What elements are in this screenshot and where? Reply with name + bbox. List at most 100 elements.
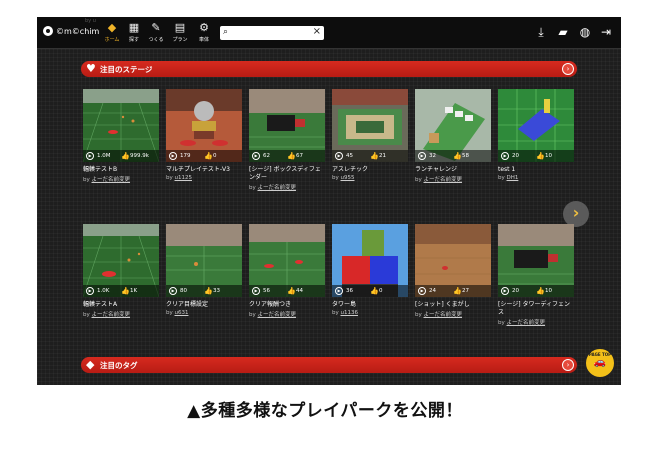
- author-link[interactable]: よーだ名前変更: [92, 177, 131, 183]
- author-link[interactable]: DH1: [507, 175, 519, 181]
- like-count: 67: [296, 153, 303, 159]
- download-icon[interactable]: ⤓: [534, 25, 548, 39]
- search-box[interactable]: ⌕ ×: [220, 26, 324, 40]
- play-icon: ▶: [169, 287, 177, 295]
- stage-card[interactable]: ▶ 20 👍 10 test 1 by DH1: [498, 89, 574, 181]
- stage-author: by よーだ名前変更: [249, 183, 325, 191]
- nav-vehicle-button[interactable]: ⚙ 車体: [193, 21, 215, 47]
- by-label: by: [498, 175, 505, 181]
- play-icon: ▶: [252, 287, 260, 295]
- author-link[interactable]: u1125: [175, 175, 192, 181]
- play-count: 32: [429, 153, 436, 159]
- by-label: by: [332, 310, 339, 316]
- chevron-right-icon[interactable]: ›: [562, 63, 574, 75]
- stage-card[interactable]: ▶ 1.0K 👍 1K 輻輳テストA by よーだ名前変更: [83, 224, 159, 318]
- stage-name[interactable]: クリア報酬つき: [249, 301, 325, 309]
- play-count: 179: [180, 153, 191, 159]
- app-logo[interactable]: ©m©chim: [43, 26, 99, 36]
- like-count: 10: [545, 288, 552, 294]
- stage-stats: ▶ 20 👍 10: [498, 150, 574, 162]
- stage-name[interactable]: test 1: [498, 166, 574, 174]
- thumbs-up-icon: 👍: [370, 152, 379, 160]
- stage-name[interactable]: タワー島: [332, 301, 408, 309]
- stage-author: by よーだ名前変更: [83, 175, 159, 183]
- stage-card[interactable]: ▶ 56 👍 44 クリア報酬つき by よーだ名前変更: [249, 224, 325, 318]
- wrench-icon: ✎: [151, 21, 161, 34]
- stage-thumbnail[interactable]: ▶ 24 👍 27: [415, 224, 491, 297]
- stage-stats: ▶ 24 👍 27: [415, 285, 491, 297]
- author-link[interactable]: よーだ名前変更: [92, 312, 131, 318]
- by-label: by: [498, 320, 505, 326]
- thumbs-up-icon: 👍: [453, 287, 462, 295]
- stage-name[interactable]: 輻輳テストB: [83, 166, 159, 174]
- stage-thumbnail[interactable]: ▶ 32 👍 58: [415, 89, 491, 162]
- section-title: 注目のタグ: [100, 361, 138, 370]
- stage-thumbnail[interactable]: ▶ 20 👍 10: [498, 89, 574, 162]
- card-icon[interactable]: ▰: [556, 25, 570, 39]
- stage-thumbnail[interactable]: ▶ 179 👍 0: [166, 89, 242, 162]
- search-input[interactable]: [234, 27, 304, 39]
- nav-explore-button[interactable]: ▦ 探す: [123, 21, 145, 47]
- by-label: by: [249, 312, 256, 318]
- stage-card[interactable]: ▶ 179 👍 0 マルチプレイテスト-V3 by u1125: [166, 89, 242, 181]
- stage-card[interactable]: ▶ 80 👍 33 クリア目標設定 by u631: [166, 224, 242, 316]
- stage-stats: ▶ 1.0K 👍 1K: [83, 285, 159, 297]
- car-gear-icon: ⚙: [199, 21, 209, 34]
- nav-plan-button[interactable]: ▤ プラン: [169, 21, 191, 47]
- stage-thumbnail[interactable]: ▶ 56 👍 44: [249, 224, 325, 297]
- faded-text: by u: [85, 18, 96, 24]
- caption: ▲多種多様なプレイパークを公開！: [187, 401, 463, 421]
- stage-name[interactable]: [シージ] タワーディフェンス: [498, 301, 574, 317]
- stage-author: by よーだ名前変更: [83, 310, 159, 318]
- stage-thumbnail[interactable]: ▶ 45 👍 21: [332, 89, 408, 162]
- play-count: 80: [180, 288, 187, 294]
- play-icon: ▶: [501, 152, 509, 160]
- play-icon: ▶: [335, 152, 343, 160]
- stage-name[interactable]: アスレチック: [332, 166, 408, 174]
- stage-author: by よーだ名前変更: [249, 310, 325, 318]
- like-count: 21: [379, 153, 386, 159]
- globe-icon[interactable]: ◍: [578, 25, 592, 39]
- author-link[interactable]: よーだ名前変更: [258, 312, 297, 318]
- author-link[interactable]: よーだ名前変更: [507, 320, 546, 326]
- stage-name[interactable]: ランチャレンジ: [415, 166, 491, 174]
- stage-thumbnail[interactable]: ▶ 80 👍 33: [166, 224, 242, 297]
- nav-create-button[interactable]: ✎ つくる: [145, 21, 167, 47]
- stage-stats: ▶ 179 👍 0: [166, 150, 242, 162]
- stage-stats: ▶ 56 👍 44: [249, 285, 325, 297]
- stage-thumbnail[interactable]: ▶ 62 👍 67: [249, 89, 325, 162]
- chevron-right-icon[interactable]: ›: [562, 359, 574, 371]
- stage-thumbnail[interactable]: ▶ 36 👍 0: [332, 224, 408, 297]
- stage-thumbnail[interactable]: ▶ 20 👍 10: [498, 224, 574, 297]
- like-count: 27: [462, 288, 469, 294]
- stage-name[interactable]: [シージ] ボックスディフェンダー: [249, 166, 325, 182]
- logout-icon[interactable]: ⇥: [599, 25, 613, 39]
- stage-card[interactable]: ▶ 20 👍 10 [シージ] タワーディフェンス by よーだ名前変更: [498, 224, 574, 326]
- section-title: 注目のステージ: [100, 65, 153, 74]
- stage-card[interactable]: ▶ 62 👍 67 [シージ] ボックスディフェンダー by よーだ名前変更: [249, 89, 325, 191]
- stage-name[interactable]: [ショット] くまがし: [415, 301, 491, 309]
- nav-home-button[interactable]: ◆ ホーム: [101, 21, 123, 47]
- author-link[interactable]: よーだ名前変更: [424, 177, 463, 183]
- stage-name[interactable]: 輻輳テストA: [83, 301, 159, 309]
- heart-icon: ♥: [86, 62, 96, 75]
- stage-name[interactable]: マルチプレイテスト-V3: [166, 166, 242, 174]
- stage-thumbnail[interactable]: ▶ 1.0M 👍 999.9k: [83, 89, 159, 162]
- author-link[interactable]: u631: [175, 310, 189, 316]
- clear-icon[interactable]: ×: [313, 26, 321, 37]
- stage-name[interactable]: クリア目標設定: [166, 301, 242, 309]
- author-link[interactable]: よーだ名前変更: [258, 185, 297, 191]
- stage-card[interactable]: ▶ 1.0M 👍 999.9k 輻輳テストB by よーだ名前変更: [83, 89, 159, 183]
- stage-card[interactable]: ▶ 32 👍 58 ランチャレンジ by よーだ名前変更: [415, 89, 491, 183]
- author-link[interactable]: u955: [341, 175, 355, 181]
- stage-card[interactable]: ▶ 24 👍 27 [ショット] くまがし by よーだ名前変更: [415, 224, 491, 318]
- thumbs-up-icon: 👍: [287, 287, 296, 295]
- stage-thumbnail[interactable]: ▶ 1.0K 👍 1K: [83, 224, 159, 297]
- page-top-button[interactable]: PAGE TOP 🚗: [584, 347, 616, 379]
- thumbs-up-icon: 👍: [204, 152, 213, 160]
- stage-card[interactable]: ▶ 45 👍 21 アスレチック by u955: [332, 89, 408, 181]
- play-icon: ▶: [86, 287, 94, 295]
- author-link[interactable]: u1136: [341, 310, 358, 316]
- author-link[interactable]: よーだ名前変更: [424, 312, 463, 318]
- stage-card[interactable]: ▶ 36 👍 0 タワー島 by u1136: [332, 224, 408, 316]
